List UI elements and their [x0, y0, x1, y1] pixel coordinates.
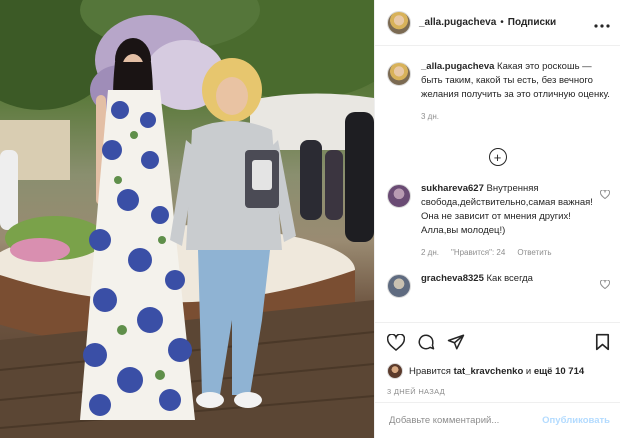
following-button[interactable]: Подписки: [508, 17, 556, 28]
post-date[interactable]: 3 ДНЕЙ НАЗАД: [387, 387, 610, 396]
caption-meta: 3 дн.: [421, 110, 610, 124]
likes-summary: Нравится tat_kravchenko и ещё 10 714: [387, 363, 610, 379]
comment-body: sukhareva627 Внутренняя свобода,действит…: [421, 182, 596, 260]
likes-count[interactable]: ещё 10 714: [534, 366, 584, 377]
comment-meta: 2 дн. "Нравится": 24 Ответить: [421, 246, 596, 260]
commenter-avatar[interactable]: [387, 184, 411, 208]
comment-username[interactable]: gracheva8325: [421, 273, 484, 284]
action-icons: [387, 331, 610, 353]
more-horizontal-icon[interactable]: [594, 15, 610, 31]
comment-icon[interactable]: [417, 333, 435, 351]
caption: _alla.pugacheva Какая это роскошь — быть…: [375, 60, 620, 124]
liker-username[interactable]: tat_kravchenko: [454, 366, 524, 377]
comment-item: gracheva8325 Как всегда: [375, 272, 620, 298]
bookmark-icon[interactable]: [595, 333, 610, 351]
post-photo[interactable]: [0, 0, 374, 438]
plus-circle-icon[interactable]: +: [488, 148, 507, 166]
heart-icon[interactable]: [387, 333, 405, 351]
send-icon[interactable]: [447, 333, 465, 351]
caption-body: _alla.pugacheva Какая это роскошь — быть…: [421, 60, 610, 124]
comment-like-heart-icon[interactable]: [600, 186, 610, 260]
separator-dot: •: [500, 17, 504, 28]
author-avatar[interactable]: [387, 10, 411, 35]
comment-time[interactable]: 2 дн.: [421, 246, 439, 260]
post-actions: Нравится tat_kravchenko и ещё 10 714 3 Д…: [375, 322, 620, 396]
likes-prefix: Нравится: [409, 365, 451, 377]
post-side-panel: _alla.pugacheva • Подписки _alla.pugache…: [374, 0, 620, 438]
reply-button[interactable]: Ответить: [517, 246, 551, 260]
publish-button[interactable]: Опубликовать: [542, 415, 610, 426]
likes-text: Нравится tat_kravchenko и ещё 10 714: [409, 366, 584, 377]
liker-avatar[interactable]: [387, 363, 403, 379]
comment-likes-count[interactable]: "Нравится": 24: [451, 246, 505, 260]
comment-username[interactable]: sukhareva627: [421, 183, 484, 194]
add-comment-bar: Опубликовать: [375, 402, 620, 438]
instagram-post: _alla.pugacheva • Подписки _alla.pugache…: [0, 0, 620, 438]
comment-text: Как всегда: [486, 273, 533, 284]
caption-username[interactable]: _alla.pugacheva: [421, 61, 494, 72]
post-header: _alla.pugacheva • Подписки: [375, 0, 620, 46]
comment-item: sukhareva627 Внутренняя свобода,действит…: [375, 182, 620, 260]
comment-body: gracheva8325 Как всегда: [421, 272, 596, 298]
caption-time[interactable]: 3 дн.: [421, 110, 439, 124]
load-more-comments: +: [375, 148, 620, 166]
photo-illustration: [0, 0, 374, 438]
author-username[interactable]: _alla.pugacheva: [419, 17, 496, 28]
add-comment-input[interactable]: [387, 414, 543, 427]
commenter-avatar[interactable]: [387, 274, 411, 298]
caption-avatar[interactable]: [387, 62, 411, 86]
comments-list: _alla.pugacheva Какая это роскошь — быть…: [375, 60, 620, 322]
likes-middle: и: [525, 365, 532, 377]
comment-like-heart-icon[interactable]: [600, 276, 610, 298]
